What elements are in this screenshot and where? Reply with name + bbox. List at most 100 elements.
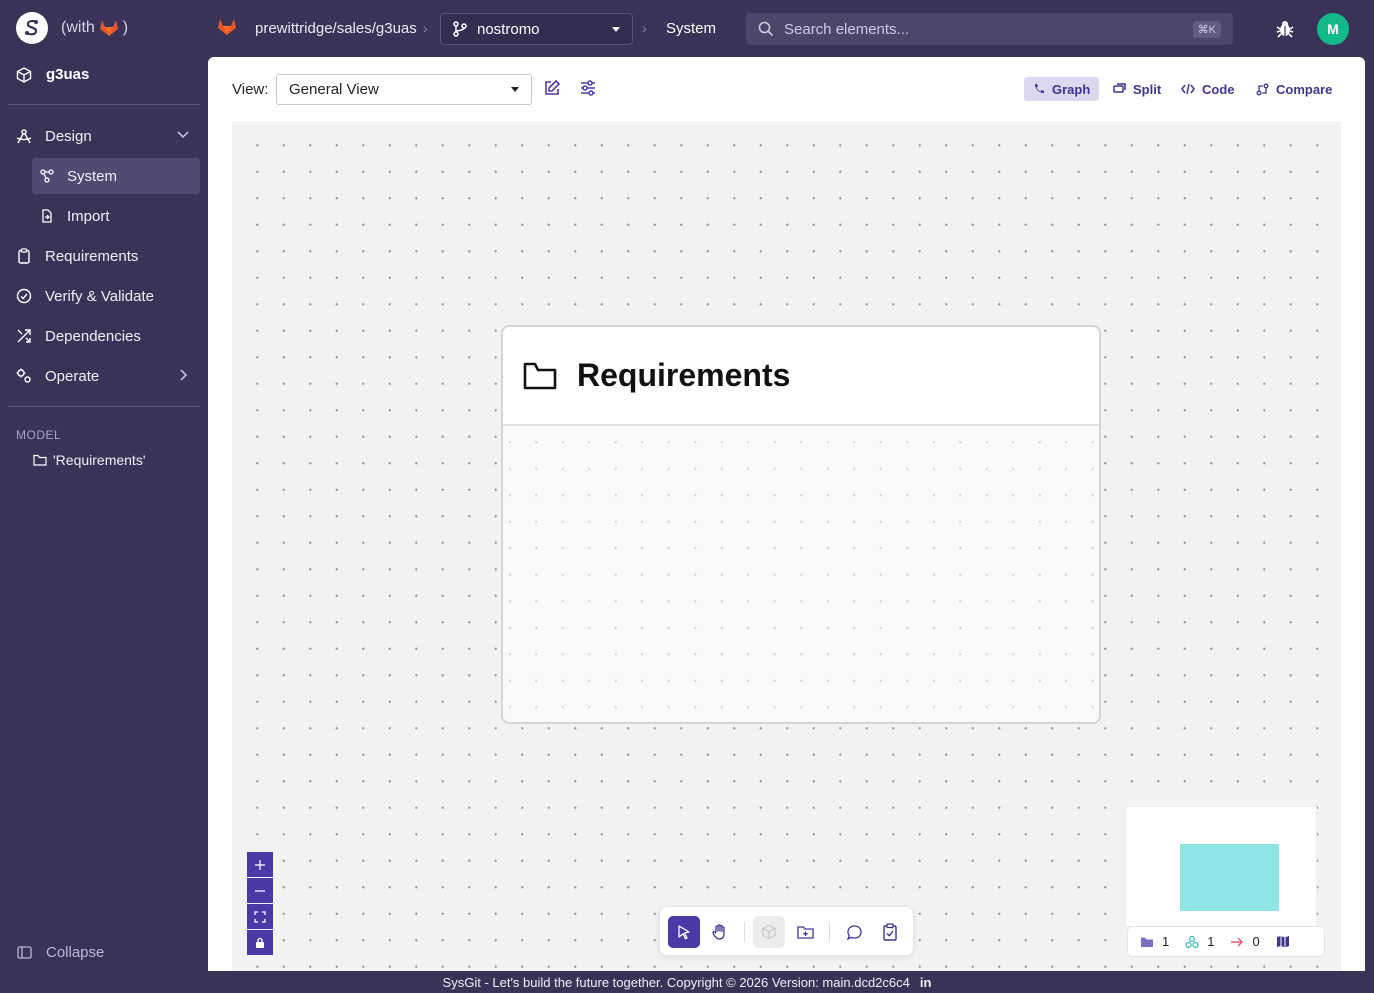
view-selected-value: General View [289,81,379,98]
sidebar-item-label: Dependencies [45,327,141,345]
split-mode-button[interactable]: Split [1104,77,1170,101]
sidebar-item-system[interactable]: System [32,158,200,194]
repo-path-link[interactable]: prewittridge/sales/g3uas [255,20,417,37]
user-avatar[interactable]: M [1317,13,1349,45]
bug-report-icon[interactable] [1275,19,1295,44]
shuffle-icon [17,329,31,343]
filter-settings-icon[interactable] [579,79,597,102]
sidebar-item-import[interactable]: Import [32,198,200,234]
sidebar-collapse-icon [17,946,32,959]
sidebar-item-dependencies[interactable]: Dependencies [16,318,141,354]
linkedin-icon[interactable]: in [920,975,932,990]
mode-label: Compare [1276,81,1333,97]
add-comment-button[interactable] [838,916,870,948]
cursor-icon [678,925,690,940]
sidebar-item-label: Requirements [45,247,139,265]
branch-name: nostromo [477,20,540,38]
minus-icon [255,889,265,892]
search-icon [758,21,774,37]
view-label: View: [232,81,269,98]
canvas-tool-palette [659,906,914,956]
edit-view-icon[interactable] [543,79,561,102]
chevron-down-icon[interactable] [176,128,190,147]
clipboard-check-icon [883,923,897,941]
lock-canvas-button[interactable] [247,930,273,955]
sidebar-divider [8,104,200,105]
code-mode-button[interactable]: Code [1172,77,1244,101]
with-label-close: ) [122,19,129,36]
sidebar-item-label: System [67,167,118,185]
select-tool-button[interactable] [668,916,700,948]
graph-mode-button[interactable]: Graph [1024,77,1100,101]
package-node-requirements[interactable]: Requirements [501,325,1101,724]
search-bar[interactable]: ⌘K [746,13,1233,45]
repo-gitlab-icon [217,18,237,41]
lock-icon [256,937,264,948]
sidebar-item-operate[interactable]: Operate [16,358,99,394]
hand-icon [712,924,725,940]
branch-select[interactable]: nostromo [440,13,633,45]
footer-text: SysGit - Let's build the future together… [442,975,910,990]
element-count-value: 1 [1207,934,1215,949]
minimap-node [1180,844,1279,911]
map-toggle[interactable] [1276,935,1290,948]
breadcrumb-chevron-icon: › [423,20,428,36]
add-requirement-button[interactable] [874,916,906,948]
add-element-button[interactable] [753,916,785,948]
arrow-right-icon [1231,936,1244,947]
sidebar-item-design[interactable]: Design [16,118,92,154]
project-header[interactable]: g3uas [16,66,89,83]
cube-icon [16,66,32,83]
zoom-out-button[interactable] [247,878,273,903]
breadcrumb-current: System [666,20,717,37]
minimap[interactable] [1125,806,1317,927]
sidebar-divider [8,406,200,407]
model-item-label: 'Requirements' [53,452,146,468]
collapse-label: Collapse [46,944,105,961]
sidebar-item-label: Import [67,207,110,225]
model-item-requirements[interactable]: 'Requirements' [33,452,146,468]
add-package-button[interactable] [789,916,821,948]
compare-icon [1256,83,1269,95]
model-heading: MODEL [16,428,62,442]
project-name: g3uas [46,66,90,83]
sidebar-item-verify-validate[interactable]: Verify & Validate [16,278,154,314]
sysgit-logo-icon [25,19,38,36]
check-circle-icon [16,288,32,304]
zoom-in-button[interactable] [247,852,273,877]
search-input[interactable] [784,20,1183,38]
compare-mode-button[interactable]: Compare [1247,77,1341,101]
sidebar-item-requirements[interactable]: Requirements [16,238,138,274]
sidebar-item-label: Verify & Validate [45,287,154,305]
folder-icon [523,362,557,389]
palette-divider [744,922,745,942]
caret-down-icon [511,87,519,92]
chevron-right-icon[interactable] [176,368,190,387]
collapse-sidebar-button[interactable]: Collapse [17,944,104,961]
sidebar-item-label: Operate [45,367,100,385]
clipboard-icon [18,248,30,264]
relation-count: 0 [1230,934,1260,949]
app-footer: SysGit - Let's build the future together… [0,975,1374,990]
package-body [503,428,1099,722]
code-icon [1181,83,1195,95]
fit-view-button[interactable] [247,904,273,929]
sysgit-logo[interactable] [16,12,48,44]
split-icon [1113,83,1126,93]
folder-plus-icon [796,925,814,939]
caret-down-icon [612,26,620,32]
package-count-value: 1 [1162,934,1170,949]
mode-label: Code [1202,81,1235,97]
package-count: 1 [1140,934,1169,949]
folder-icon [1141,937,1153,947]
with-label-open: (with [61,19,95,36]
pan-tool-button[interactable] [704,916,736,948]
gears-icon [16,368,31,383]
view-select[interactable]: General View [276,74,532,105]
mode-label: Split [1133,81,1162,97]
main-panel: View: General View Graph Split Code Comp… [208,57,1365,971]
fullscreen-icon [254,910,266,923]
graph-icon [1035,84,1044,93]
diagram-canvas[interactable]: Requirements 1 1 0 [232,121,1341,971]
file-import-icon [42,209,52,223]
